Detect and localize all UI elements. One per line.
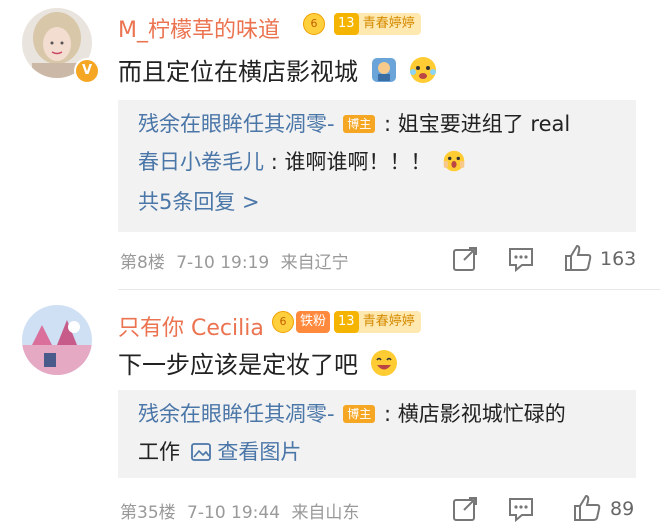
reply-text: : 谁啊谁啊！！！ (270, 150, 432, 174)
like-count: 89 (610, 498, 635, 520)
comment-text: 而且定位在横店影视城 (118, 52, 437, 87)
level-badge: 6 (303, 13, 325, 35)
comment-item: 只有你 Cecilia 6 铁粉 13 青春婷婷 下一步应该是定妆了吧 残余在眼… (0, 290, 660, 527)
more-replies-link[interactable]: 共5条回复 > (138, 186, 260, 216)
comment-meta: 第35楼 7-10 19:44 来自山东 (120, 498, 359, 523)
reply-box[interactable]: 残余在眼眸任其凋零- 博主 : 横店影视城忙碌的 工作 查看图片 (118, 390, 636, 478)
comment-icon[interactable] (506, 244, 536, 274)
reply-user[interactable]: 春日小卷毛儿 (138, 150, 264, 174)
phone-emoji-icon (371, 58, 396, 82)
like-count: 163 (600, 248, 637, 270)
reply-text: : 横店影视城忙碌的 (383, 402, 566, 426)
fan-group-badge: 13 青春婷婷 (334, 311, 421, 333)
host-badge: 博主 (343, 115, 376, 133)
image-icon (190, 443, 211, 461)
comment-text: 下一步应该是定妆了吧 (118, 345, 398, 380)
shocked-face-emoji-icon (410, 57, 437, 83)
reply-user[interactable]: 残余在眼眸任其凋零- (138, 402, 335, 426)
username[interactable]: 只有你 Cecilia (118, 310, 264, 342)
comment-location: 来自山东 (291, 503, 360, 523)
view-image-link[interactable]: 查看图片 (190, 440, 301, 464)
username[interactable]: M_柠檬草的味道 (118, 12, 280, 44)
reply-text: : 姐宝要进组了 real (383, 112, 571, 136)
level-badge: 6 (272, 311, 294, 333)
avatar[interactable] (22, 305, 92, 375)
comment-date: 7-10 19:44 (187, 503, 281, 523)
share-icon[interactable] (450, 494, 480, 524)
scream-emoji-icon (443, 150, 465, 172)
floor-number: 第35楼 (120, 503, 176, 523)
share-icon[interactable] (450, 244, 480, 274)
comment-icon[interactable] (506, 494, 536, 524)
iron-fan-badge: 铁粉 (296, 311, 331, 333)
like-icon[interactable] (572, 493, 602, 523)
reply-user[interactable]: 残余在眼眸任其凋零- (138, 112, 335, 136)
comment-meta: 第8楼 7-10 19:19 来自辽宁 (120, 248, 349, 273)
host-badge: 博主 (343, 405, 376, 423)
fan-group-badge: 13 青春婷婷 (334, 13, 421, 35)
floor-number: 第8楼 (120, 253, 165, 273)
smile-emoji-icon (370, 350, 397, 376)
reply-box[interactable]: 残余在眼眸任其凋零- 博主 : 姐宝要进组了 real 春日小卷毛儿 : 谁啊谁… (118, 100, 636, 232)
comment-item: V M_柠檬草的味道 6 13 青春婷婷 而且定位在横店影视城 残余在眼眸任其凋… (0, 0, 660, 290)
reply-text: 工作 (138, 440, 180, 464)
verified-icon: V (74, 58, 100, 84)
like-icon[interactable] (563, 243, 593, 273)
comment-date: 7-10 19:19 (176, 253, 270, 273)
comment-location: 来自辽宁 (280, 253, 349, 273)
